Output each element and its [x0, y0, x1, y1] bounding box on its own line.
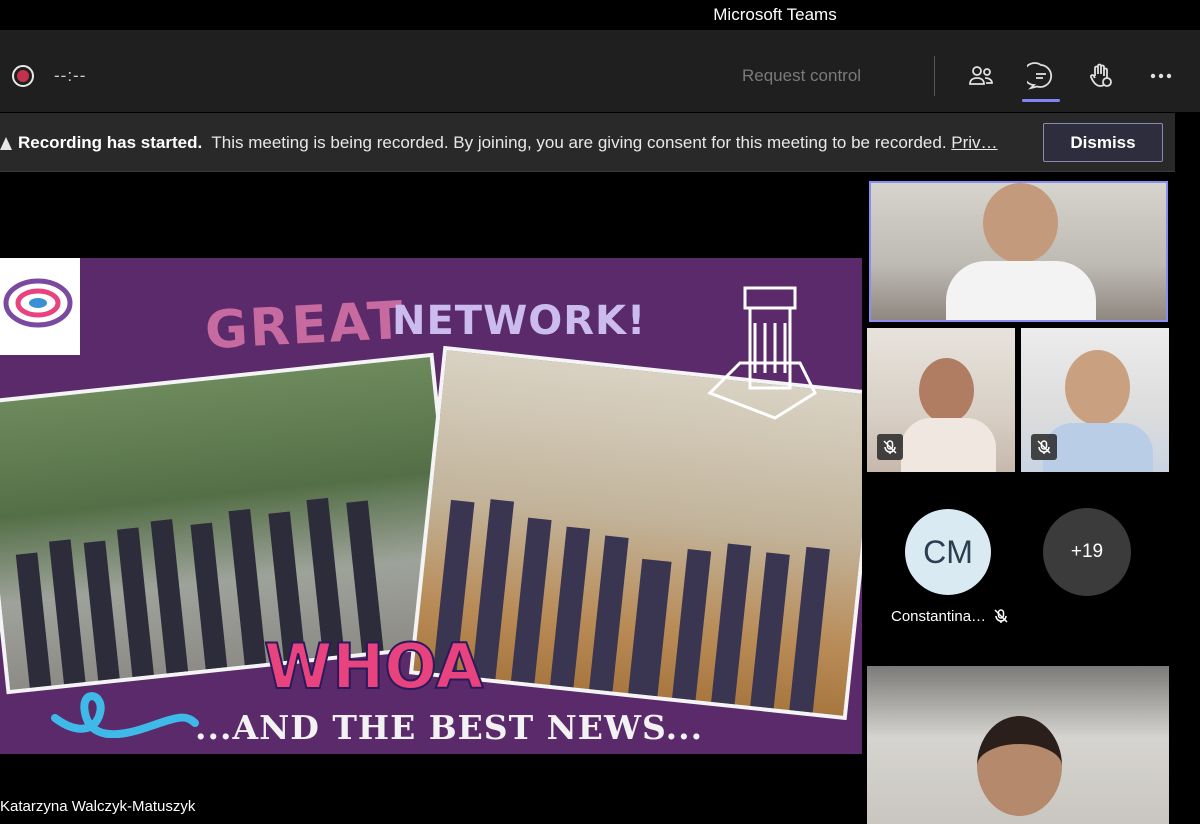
participant-video[interactable]: [867, 328, 1015, 472]
participant-face: [919, 358, 974, 423]
participant-video[interactable]: [1021, 328, 1169, 472]
participant-avatar[interactable]: CM: [905, 509, 991, 595]
meeting-timer: --:--: [54, 66, 87, 85]
request-control-button[interactable]: Request control: [742, 66, 861, 86]
shared-slide: GREAT NETWORK! WHOA ...AND THE BEST NEWS…: [0, 258, 862, 754]
participant-video[interactable]: [867, 666, 1169, 824]
participant-face: [977, 716, 1062, 816]
handshake-icon: [707, 286, 817, 420]
dismiss-button[interactable]: Dismiss: [1043, 123, 1163, 162]
participant-panel: CM Constantina… +19: [863, 172, 1200, 824]
recording-title: Recording has started.: [18, 133, 203, 152]
mic-off-icon: [1031, 434, 1057, 460]
participant-face: [983, 183, 1058, 263]
presenter-name: Katarzyna Walczyk-Matuszyk: [0, 798, 196, 815]
mic-off-icon: [877, 434, 903, 460]
mic-off-icon: [994, 609, 1008, 623]
title-bar: Microsoft Teams: [0, 0, 1200, 30]
main-stage: GREAT NETWORK! WHOA ...AND THE BEST NEWS…: [0, 180, 863, 824]
participant-face: [1065, 350, 1130, 425]
participant-name: Constantina…: [891, 608, 987, 625]
privacy-link[interactable]: Priv…: [951, 133, 997, 152]
participant-body: [946, 261, 1096, 320]
chat-active-indicator: [1022, 99, 1060, 102]
raise-hand-icon[interactable]: [1083, 58, 1119, 94]
participant-video-active[interactable]: [869, 181, 1168, 322]
slide-exclaim: WHOA: [263, 629, 484, 704]
more-participants-button[interactable]: +19: [1043, 508, 1131, 596]
slide-heading-network: NETWORK!: [392, 298, 647, 344]
slide-footer: ...AND THE BEST NEWS...: [195, 708, 704, 747]
record-icon: [12, 65, 34, 87]
people-icon[interactable]: [963, 58, 999, 94]
organization-logo: [0, 258, 80, 355]
warning-icon: [0, 137, 12, 150]
more-icon[interactable]: [1143, 58, 1179, 94]
participant-body: [1043, 423, 1153, 472]
recording-banner: Recording has started. This meeting is b…: [0, 113, 1175, 172]
squiggle-decoration: [51, 692, 199, 738]
recording-text: This meeting is being recorded. By joini…: [211, 133, 947, 152]
meeting-toolbar: --:-- Request control: [0, 30, 1200, 112]
participant-body: [901, 418, 996, 472]
window-title: Microsoft Teams: [713, 5, 837, 24]
recording-message: Recording has started. This meeting is b…: [18, 133, 998, 153]
toolbar-divider: [934, 56, 935, 96]
slide-heading-great: GREAT: [203, 290, 407, 362]
chat-icon[interactable]: [1023, 58, 1059, 94]
